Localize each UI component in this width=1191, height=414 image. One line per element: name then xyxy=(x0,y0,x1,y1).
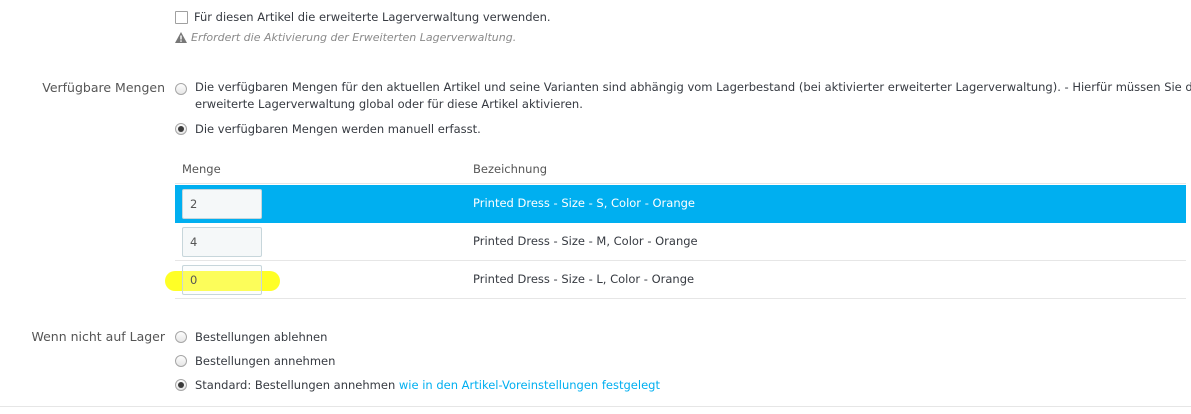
qty-input[interactable] xyxy=(182,265,262,295)
table-row[interactable]: Printed Dress - Size - M, Color - Orange xyxy=(175,223,1186,261)
out-of-stock-option-deny: Bestellungen ablehnen xyxy=(195,330,328,344)
out-of-stock-radio-deny[interactable] xyxy=(175,331,187,343)
row-name: Printed Dress - Size - L, Color - Orange xyxy=(473,272,695,286)
out-of-stock-radio-default[interactable] xyxy=(175,379,187,391)
out-of-stock-radio-allow[interactable] xyxy=(175,355,187,367)
row-name: Printed Dress - Size - S, Color - Orange xyxy=(473,196,695,210)
available-qty-option-stock-line1: Die verfügbaren Mengen für den aktuellen… xyxy=(195,80,1191,94)
section-divider xyxy=(0,406,1191,407)
qty-input[interactable] xyxy=(182,189,262,219)
available-qty-option-manual: Die verfügbaren Mengen werden manuell er… xyxy=(195,122,481,136)
advanced-stock-hint: Erfordert die Aktivierung der Erweiterte… xyxy=(191,31,517,44)
advanced-stock-label: Für diesen Artikel die erweiterte Lagerv… xyxy=(194,10,551,24)
table-header-name: Bezeichnung xyxy=(473,162,548,176)
table-header-divider xyxy=(175,183,1186,184)
available-qty-radio-manual[interactable] xyxy=(175,123,187,135)
table-row[interactable]: Printed Dress - Size - S, Color - Orange xyxy=(175,185,1186,223)
table-row[interactable]: Printed Dress - Size - L, Color - Orange xyxy=(175,261,1186,299)
available-qty-option-stock-line2: erweiterte Lagerverwaltung global oder f… xyxy=(195,97,583,111)
out-of-stock-label: Wenn nicht auf Lager xyxy=(31,329,165,344)
available-qty-radio-stock[interactable] xyxy=(175,83,187,95)
available-qty-label: Verfügbare Mengen xyxy=(42,80,165,95)
out-of-stock-default-text: Standard: Bestellungen annehmen xyxy=(195,378,399,392)
table-header-qty: Menge xyxy=(182,162,221,176)
qty-input[interactable] xyxy=(182,227,262,257)
preferences-link[interactable]: wie in den Artikel-Voreinstellungen fest… xyxy=(399,378,660,392)
warning-icon xyxy=(175,32,187,43)
advanced-stock-checkbox[interactable] xyxy=(175,11,188,24)
out-of-stock-option-allow: Bestellungen annehmen xyxy=(195,354,336,368)
out-of-stock-option-default: Standard: Bestellungen annehmen wie in d… xyxy=(195,376,660,394)
row-name: Printed Dress - Size - M, Color - Orange xyxy=(473,234,698,248)
